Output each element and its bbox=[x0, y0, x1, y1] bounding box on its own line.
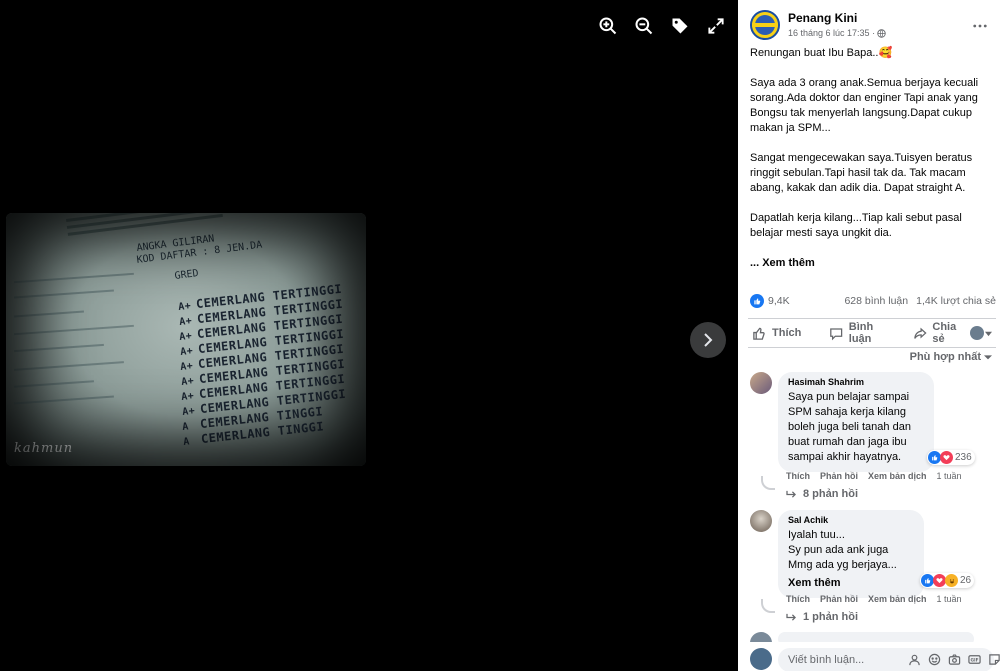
replies-count: 8 phản hồi bbox=[803, 488, 858, 500]
post-paragraph: Sangat mengecewakan saya.Tuisyen beratus… bbox=[750, 152, 973, 194]
more-options-icon[interactable] bbox=[972, 18, 988, 34]
globe-icon bbox=[877, 28, 886, 38]
photo-viewer: ANGKA GILIRAN KOD DAFTAR : 8 JEN.DA GRED… bbox=[0, 0, 738, 671]
comment-item: Hasimah Shahrim Saya pun belajar sampai … bbox=[750, 372, 996, 502]
post-panel: Penang Kini 16 tháng 6 lúc 17:35 · Renun… bbox=[738, 0, 1000, 671]
like-button[interactable]: Thích bbox=[752, 326, 801, 341]
fullscreen-icon[interactable] bbox=[704, 14, 728, 38]
share-button[interactable]: Chia sẻ bbox=[913, 321, 970, 345]
post-paragraph: Saya ada 3 orang anak.Semua berjaya kecu… bbox=[750, 77, 979, 134]
comment-reply-button[interactable]: Phản hồi bbox=[820, 471, 858, 481]
view-replies-button[interactable]: 8 phản hồi bbox=[786, 488, 858, 500]
comment-line: SPM sahaja kerja kilang bbox=[788, 406, 907, 418]
comment-time[interactable]: 1 tuần bbox=[937, 594, 962, 604]
audience-selector[interactable] bbox=[970, 326, 992, 340]
post-header: Penang Kini 16 tháng 6 lúc 17:35 · bbox=[750, 10, 1000, 44]
composer-tools: GIF bbox=[908, 653, 1000, 666]
see-more-link[interactable]: ... Xem thêm bbox=[750, 257, 815, 269]
avatar[interactable] bbox=[750, 648, 772, 670]
comment-translate-button[interactable]: Xem bản dịch bbox=[868, 471, 927, 481]
sort-label: Phù hợp nhất bbox=[909, 351, 981, 363]
emoji-icon[interactable] bbox=[928, 653, 941, 666]
comment-like-button[interactable]: Thích bbox=[786, 471, 810, 481]
comment-reply-button[interactable]: Phản hồi bbox=[820, 594, 858, 604]
comment-time[interactable]: 1 tuần bbox=[937, 471, 962, 481]
comment-button-label: Bình luận bbox=[848, 321, 874, 345]
comment-see-more-link[interactable]: Xem thêm bbox=[788, 577, 841, 589]
comment-line: buat rumah dan jaga ibu bbox=[788, 436, 907, 448]
comment-line: Saya pun belajar sampai bbox=[788, 391, 910, 403]
comment-item: Sal Achik Iyalah tuu... Sy pun ada ank j… bbox=[750, 510, 996, 630]
next-photo-button[interactable] bbox=[690, 322, 726, 358]
share-count[interactable]: 1,4K lượt chia sẻ bbox=[916, 295, 996, 307]
comment-line: Sy pun ada ank juga bbox=[788, 544, 889, 556]
post-action-bar: Thích Bình luận Chia sẻ bbox=[748, 318, 996, 348]
thumbs-up-icon bbox=[753, 327, 765, 340]
post-timestamp[interactable]: 16 tháng 6 lúc 17:35 · bbox=[788, 28, 886, 38]
reply-arrow-icon bbox=[786, 613, 796, 621]
post-text: Renungan buat Ibu Bapa..🥰 Saya ada 3 ora… bbox=[750, 46, 990, 286]
zoom-out-icon[interactable] bbox=[632, 14, 656, 38]
comment-reactions[interactable]: 236 bbox=[927, 450, 975, 465]
caret-down-icon bbox=[984, 355, 992, 360]
svg-text:GIF: GIF bbox=[970, 658, 978, 664]
reaction-count: 26 bbox=[960, 575, 972, 586]
post-timestamp-text: 16 tháng 6 lúc 17:35 · bbox=[788, 28, 876, 38]
replies-count: 1 phản hồi bbox=[803, 611, 858, 623]
comment-composer: GIF bbox=[738, 642, 1000, 671]
page-avatar[interactable] bbox=[750, 10, 780, 40]
avatar bbox=[970, 326, 984, 340]
page-name[interactable]: Penang Kini bbox=[788, 11, 857, 25]
share-icon bbox=[914, 327, 927, 339]
commenter-name[interactable]: Hasimah Shahrim bbox=[788, 377, 924, 387]
haha-reaction-icon bbox=[945, 574, 958, 587]
reaction-count: 236 bbox=[955, 452, 972, 463]
comment-text: Saya pun belajar sampai SPM sahaja kerja… bbox=[788, 390, 924, 465]
comment-sort-dropdown[interactable]: Phù hợp nhất bbox=[910, 351, 992, 363]
view-replies-button[interactable]: 1 phản hồi bbox=[786, 611, 858, 623]
post-paragraph: Renungan buat Ibu Bapa..🥰 bbox=[750, 47, 893, 59]
comment-actions: Thích Phản hồi Xem bản dịch 1 tuần bbox=[786, 471, 962, 481]
comment-line: boleh juga beli tanah dan bbox=[788, 421, 911, 433]
tag-icon[interactable] bbox=[668, 14, 692, 38]
comment-count[interactable]: 628 bình luận bbox=[844, 295, 908, 307]
comment-bubble: Hasimah Shahrim Saya pun belajar sampai … bbox=[778, 372, 934, 472]
comment-icon bbox=[830, 327, 843, 340]
comment-translate-button[interactable]: Xem bản dịch bbox=[868, 594, 927, 604]
exam-result-photo: ANGKA GILIRAN KOD DAFTAR : 8 JEN.DA GRED… bbox=[6, 213, 366, 466]
commenter-avatar[interactable] bbox=[750, 510, 772, 532]
comment-like-button[interactable]: Thích bbox=[786, 594, 810, 604]
comment-text: Iyalah tuu... Sy pun ada ank juga Mmg ad… bbox=[788, 528, 914, 573]
post-paragraph: Dapatlah kerja kilang...Tiap kali sebut … bbox=[750, 212, 962, 239]
caret-down-icon bbox=[985, 331, 992, 336]
reaction-stats: 9,4K 628 bình luận 1,4K lượt chia sẻ bbox=[750, 293, 996, 309]
comment-line: sampai akhir hayatnya. bbox=[788, 451, 902, 463]
comment-reactions[interactable]: 26 bbox=[920, 573, 975, 588]
comment-item-partial bbox=[750, 632, 996, 654]
sticker-icon[interactable] bbox=[988, 653, 1000, 666]
comment-bubble: Sal Achik Iyalah tuu... Sy pun ada ank j… bbox=[778, 510, 924, 598]
love-reaction-icon bbox=[940, 451, 953, 464]
gif-icon[interactable]: GIF bbox=[968, 653, 981, 666]
comment-line: Mmg ada yg berjaya... bbox=[788, 559, 897, 571]
like-reaction-icon[interactable] bbox=[750, 294, 764, 308]
commenter-avatar[interactable] bbox=[750, 372, 772, 394]
comment-line: Iyalah tuu... bbox=[788, 529, 845, 541]
camera-icon[interactable] bbox=[948, 653, 961, 666]
share-button-label: Chia sẻ bbox=[932, 321, 957, 345]
like-button-label: Thích bbox=[772, 327, 802, 339]
avatar-sticker-icon[interactable] bbox=[908, 653, 921, 666]
comment-actions: Thích Phản hồi Xem bản dịch 1 tuần bbox=[786, 594, 962, 604]
reply-arrow-icon bbox=[786, 490, 796, 498]
commenter-name[interactable]: Sal Achik bbox=[788, 515, 914, 525]
like-count[interactable]: 9,4K bbox=[768, 295, 790, 307]
zoom-in-icon[interactable] bbox=[596, 14, 620, 38]
comment-button[interactable]: Bình luận bbox=[829, 321, 897, 345]
